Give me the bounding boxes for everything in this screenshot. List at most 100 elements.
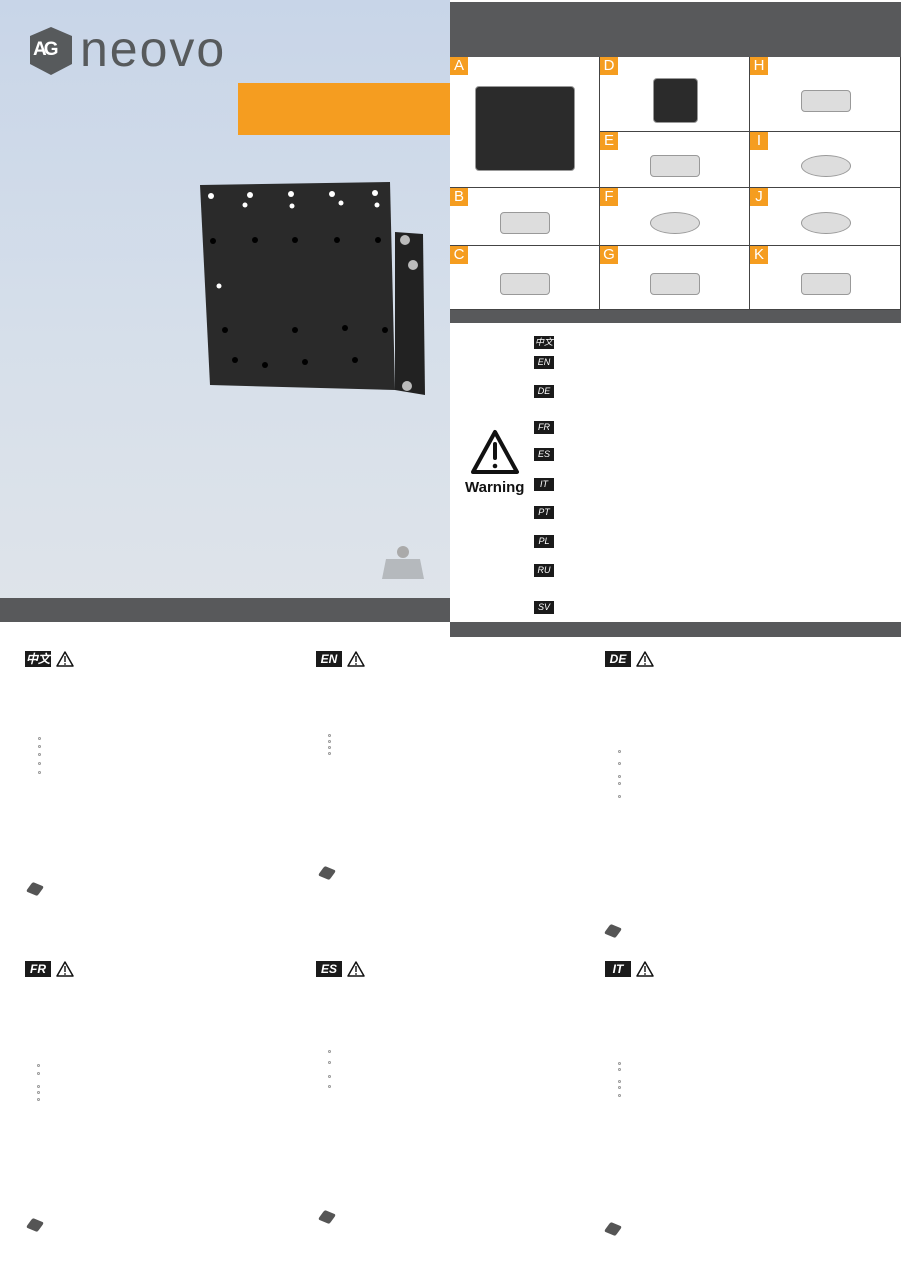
book-icon	[317, 1209, 337, 1225]
warning-triangle-icon	[471, 430, 519, 474]
warning-footer-bar	[450, 622, 901, 637]
list-bullet	[618, 782, 621, 785]
language-badge: IT	[534, 478, 554, 491]
wrench-icon	[650, 273, 700, 295]
list-bullet	[328, 1075, 331, 1078]
title-banner	[238, 83, 450, 135]
language-badge: FR	[534, 421, 554, 434]
logo-mark: AG	[33, 39, 58, 60]
part-label: C	[450, 246, 468, 264]
cover-panel: AG neovo	[0, 0, 450, 622]
section-language-badge: 中文	[25, 651, 51, 667]
warning-label: Warning	[465, 479, 525, 496]
part-label: D	[600, 57, 618, 75]
list-bullet	[38, 745, 41, 748]
part-cell: D	[600, 57, 750, 132]
list-bullet	[328, 1050, 331, 1053]
section-language-badge: DE	[605, 651, 631, 667]
list-bullet	[38, 762, 41, 765]
part-cell: I	[750, 132, 901, 188]
list-bullet	[618, 1086, 621, 1089]
part-cell: F	[600, 188, 750, 246]
language-badge: PT	[534, 506, 554, 519]
part-label: J	[750, 188, 768, 206]
part-label: I	[750, 132, 768, 150]
list-bullet	[38, 771, 41, 774]
list-bullet	[37, 1091, 40, 1094]
weight-icon	[382, 546, 424, 579]
nut-icon	[800, 212, 851, 234]
cover-footer-bar	[0, 598, 450, 622]
part-label: F	[600, 188, 618, 206]
language-badge: ES	[534, 448, 554, 461]
caution-icon	[56, 961, 74, 977]
section-language-badge: EN	[316, 651, 342, 667]
language-badge: EN	[534, 356, 554, 369]
mount-bracket-image	[200, 182, 425, 395]
part-cell: G	[600, 246, 750, 310]
book-icon	[603, 923, 623, 939]
parts-grid: A B C D E F G H I J K	[450, 57, 901, 310]
part-label: H	[750, 57, 768, 75]
wall-anchor-icon	[500, 212, 550, 234]
part-cell: A	[450, 57, 600, 188]
brand-logo: AG neovo	[26, 21, 236, 77]
list-bullet	[618, 1062, 621, 1065]
caution-icon	[347, 961, 365, 977]
warning-header-bar	[450, 310, 901, 323]
section-language-badge: FR	[25, 961, 51, 977]
list-bullet	[328, 752, 331, 755]
list-bullet	[618, 1080, 621, 1083]
part-cell: B	[450, 188, 600, 246]
caution-icon	[347, 651, 365, 667]
list-bullet	[328, 1085, 331, 1088]
list-bullet	[618, 1068, 621, 1071]
language-badge: RU	[534, 564, 554, 577]
list-bullet	[37, 1072, 40, 1075]
part-cell: H	[750, 57, 901, 132]
list-bullet	[328, 740, 331, 743]
part-cell: K	[750, 246, 901, 310]
part-label: E	[600, 132, 618, 150]
list-bullet	[37, 1085, 40, 1088]
language-badge: PL	[534, 535, 554, 548]
part-cell: J	[750, 188, 901, 246]
list-bullet	[618, 762, 621, 765]
list-bullet	[618, 1094, 621, 1097]
caution-icon	[56, 651, 74, 667]
hex-bolt-icon	[800, 89, 851, 112]
language-badge: 中文	[534, 336, 554, 349]
list-bullet	[328, 734, 331, 737]
book-icon	[25, 1217, 45, 1233]
list-bullet	[618, 775, 621, 778]
wall-plate-icon	[475, 86, 575, 171]
list-bullet	[38, 753, 41, 756]
part-label: K	[750, 246, 768, 264]
list-bullet	[37, 1098, 40, 1101]
caution-icon	[636, 651, 654, 667]
screw-icon	[800, 273, 851, 295]
list-bullet	[618, 750, 621, 753]
caution-icon	[636, 961, 654, 977]
book-icon	[603, 1221, 623, 1237]
book-icon	[317, 865, 337, 881]
list-bullet	[328, 1061, 331, 1064]
logo-text: neovo	[80, 21, 227, 77]
part-cell: C	[450, 246, 600, 310]
section-language-badge: IT	[605, 961, 631, 977]
part-cell: E	[600, 132, 750, 188]
list-bullet	[37, 1064, 40, 1067]
parts-header-bar	[450, 2, 901, 57]
display-bracket-icon	[652, 78, 698, 123]
bolt-with-washer-icon	[650, 155, 700, 177]
part-label: B	[450, 188, 468, 206]
language-badge: DE	[534, 385, 554, 398]
language-badge: SV	[534, 601, 554, 614]
section-language-badge: ES	[316, 961, 342, 977]
part-label: G	[600, 246, 618, 264]
part-label: A	[450, 57, 468, 75]
book-icon	[25, 881, 45, 897]
washer-icon	[800, 155, 851, 177]
washer-and-spacer-icon	[650, 212, 700, 234]
list-bullet	[618, 795, 621, 798]
